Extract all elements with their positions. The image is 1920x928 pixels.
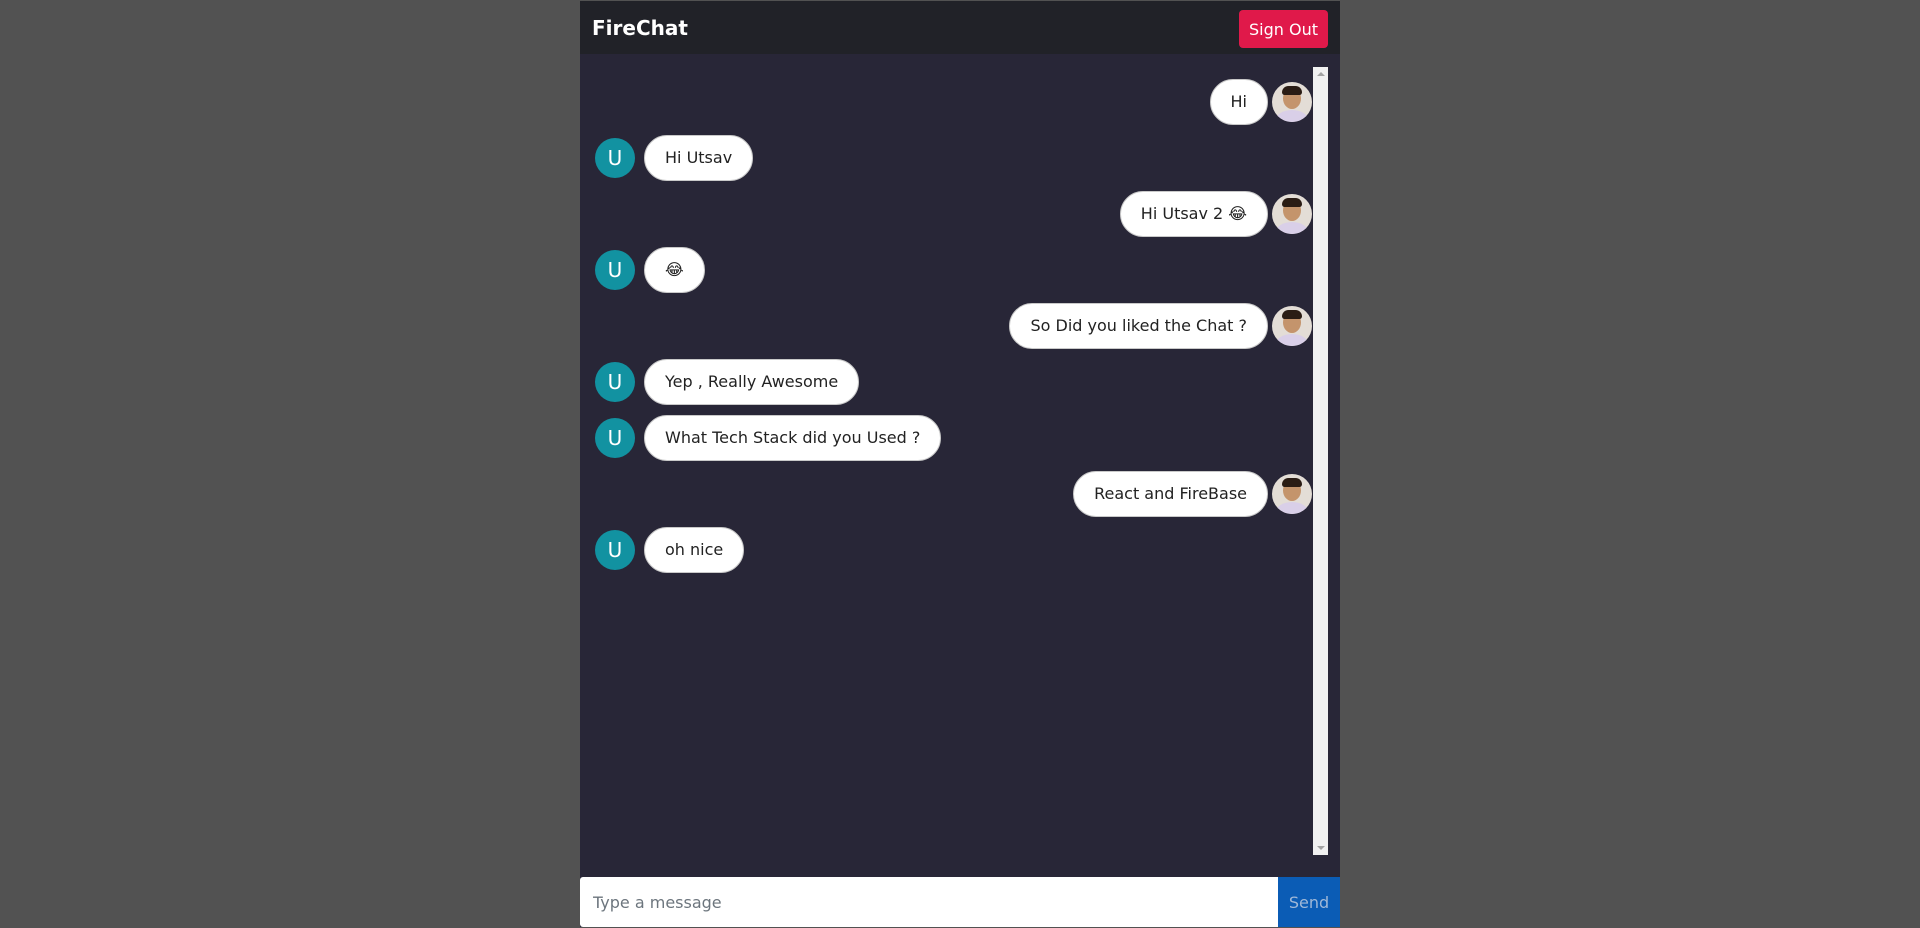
message-bubble: oh nice xyxy=(644,527,745,573)
avatar-shirt xyxy=(1276,222,1308,234)
received-message: U Hi Utsav xyxy=(595,135,754,181)
scroll-up-arrow-icon[interactable] xyxy=(1317,72,1325,76)
message-composer: Send xyxy=(580,877,1340,927)
message-bubble: Hi xyxy=(1209,79,1268,125)
chat-app: FireChat Sign Out Hi U Hi Utsav Hi Utsav 2 … xyxy=(580,1,1340,927)
user-photo-avatar-icon xyxy=(1272,306,1312,346)
avatar-shirt xyxy=(1276,502,1308,514)
message-list[interactable]: Hi U Hi Utsav Hi Utsav 2 😂 U 😂 So Did you like… xyxy=(580,67,1312,855)
avatar-shirt xyxy=(1276,334,1308,346)
avatar-shirt xyxy=(1276,110,1308,122)
message-bubble: React and FireBase xyxy=(1073,471,1268,517)
sent-message: Hi Utsav 2 😂 xyxy=(1119,191,1312,237)
received-message: U What Tech Stack did you Used ? xyxy=(595,415,942,461)
letter-avatar: U xyxy=(595,418,635,458)
avatar-hair xyxy=(1282,198,1302,207)
avatar-hair xyxy=(1282,310,1302,319)
message-bubble: Hi Utsav xyxy=(644,135,754,181)
received-message: U 😂 xyxy=(595,247,705,293)
message-list-scrollbar[interactable] xyxy=(1313,67,1328,855)
message-bubble: Hi Utsav 2 😂 xyxy=(1119,191,1268,237)
sign-out-button[interactable]: Sign Out xyxy=(1239,10,1328,48)
sent-message: So Did you liked the Chat ? xyxy=(1009,303,1312,349)
user-photo-avatar-icon xyxy=(1272,194,1312,234)
received-message: U Yep , Really Awesome xyxy=(595,359,860,405)
letter-avatar: U xyxy=(595,138,635,178)
app-title: FireChat xyxy=(592,16,688,40)
user-photo-avatar-icon xyxy=(1272,474,1312,514)
message-bubble: What Tech Stack did you Used ? xyxy=(644,415,942,461)
user-photo-avatar-icon xyxy=(1272,82,1312,122)
message-bubble: Yep , Really Awesome xyxy=(644,359,860,405)
navbar: FireChat Sign Out xyxy=(580,1,1340,54)
letter-avatar: U xyxy=(595,250,635,290)
sent-message: React and FireBase xyxy=(1073,471,1312,517)
message-bubble: So Did you liked the Chat ? xyxy=(1009,303,1268,349)
scroll-down-arrow-icon[interactable] xyxy=(1317,846,1325,850)
letter-avatar: U xyxy=(595,362,635,402)
message-bubble: 😂 xyxy=(644,247,705,293)
sent-message: Hi xyxy=(1209,79,1312,125)
avatar-hair xyxy=(1282,478,1302,487)
letter-avatar: U xyxy=(595,530,635,570)
message-input[interactable] xyxy=(580,877,1278,927)
avatar-hair xyxy=(1282,86,1302,95)
send-button[interactable]: Send xyxy=(1278,877,1340,927)
received-message: Uoh nice xyxy=(595,527,745,573)
